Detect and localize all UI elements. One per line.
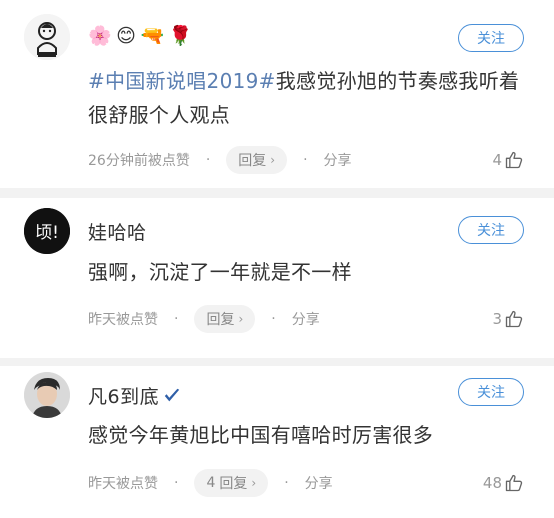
share-button[interactable]: 分享 (305, 473, 333, 493)
comment-feed: 🌸 😊 🔫 🌹 关注 #中国新说唱2019#我感觉孙旭的节奏感我听着很舒服个人观… (0, 0, 554, 518)
reply-button[interactable]: 4 回复 › (194, 469, 269, 497)
comment-meta: 昨天被点赞 · 4 回复 › · 分享 48 (88, 468, 524, 498)
comment-item: 凡6到底 关注 感觉今年黄旭比中国有嘻哈时厉害很多 昨天被点赞 · 4 回复 › … (0, 366, 554, 518)
reply-label: 回复 (219, 476, 248, 492)
avatar[interactable] (24, 14, 70, 60)
avatar[interactable]: 顷! (24, 208, 70, 254)
liked-time: 昨天被点赞 (88, 312, 158, 328)
reply-label: 回复 (206, 312, 235, 328)
comment-text: 感觉今年黄旭比中国有嘻哈时厉害很多 (88, 423, 434, 447)
svg-text:顷!: 顷! (35, 223, 59, 243)
like-button[interactable]: 48 (483, 468, 524, 498)
separator-dot: · (174, 311, 179, 327)
reply-count: 4 (206, 475, 216, 491)
like-count: 3 (492, 310, 502, 328)
comment-text: #中国新说唱2019#我感觉孙旭的节奏感我听着很舒服个人观点 (88, 64, 524, 132)
reply-button[interactable]: 回复 › (226, 146, 288, 174)
liked-time: 昨天被点赞 (88, 476, 158, 492)
follow-button[interactable]: 关注 (458, 24, 524, 52)
like-count: 4 (492, 151, 502, 169)
comment-item: 顷! 娃哈哈 关注 强啊，沉淀了一年就是不一样 昨天被点赞 · 回复 › · 分… (0, 198, 554, 358)
sakura-emoji-icon: 🌸 (88, 25, 113, 47)
separator-dot: · (284, 475, 289, 491)
comment-item: 🌸 😊 🔫 🌹 关注 #中国新说唱2019#我感觉孙旭的节奏感我听着很舒服个人观… (0, 0, 554, 188)
profile-photo-icon (24, 372, 70, 418)
comment-meta: 26分钟前被点赞 · 回复 › · 分享 4 (88, 145, 524, 175)
username-emojis: 🌸 😊 🔫 🌹 (88, 24, 193, 48)
share-button[interactable]: 分享 (292, 309, 320, 329)
username-text: 凡6到底 (88, 386, 160, 408)
like-button[interactable]: 3 (492, 304, 524, 334)
smiley-emoji-icon: 😊 (116, 24, 137, 47)
like-button[interactable]: 4 (492, 145, 524, 175)
thumbs-up-icon (505, 151, 523, 169)
thumbs-up-icon (505, 310, 523, 328)
reply-button[interactable]: 回复 › (194, 305, 256, 333)
chevron-right-icon: › (251, 476, 257, 490)
separator-dot: · (205, 152, 211, 168)
text-avatar-icon: 顷! (24, 208, 70, 254)
username[interactable]: 🌸 😊 🔫 🌹 (88, 24, 193, 48)
follow-button[interactable]: 关注 (458, 378, 524, 406)
separator-dot: · (174, 475, 179, 491)
username[interactable]: 凡6到底 (88, 382, 181, 409)
rose-emoji-icon: 🌹 (168, 25, 193, 47)
username[interactable]: 娃哈哈 (88, 218, 147, 245)
water-gun-emoji-icon: 🔫 (140, 25, 165, 47)
chevron-right-icon: › (270, 153, 276, 167)
verified-check-icon (164, 388, 180, 401)
thumbs-up-icon (505, 474, 523, 492)
sketch-figure-avatar-icon (24, 14, 70, 60)
comment-meta: 昨天被点赞 · 回复 › · 分享 3 (88, 304, 524, 334)
separator-dot: · (303, 152, 308, 168)
like-count: 48 (482, 474, 502, 492)
comment-text: 强啊，沉淀了一年就是不一样 (88, 260, 352, 284)
liked-time: 26分钟前被点赞 (88, 153, 190, 169)
avatar[interactable] (24, 372, 70, 418)
hashtag-link[interactable]: #中国新说唱2019# (88, 69, 276, 93)
chevron-right-icon: › (238, 312, 244, 326)
separator-dot: · (271, 311, 276, 327)
reply-label: 回复 (238, 153, 267, 169)
share-button[interactable]: 分享 (324, 150, 352, 170)
follow-button[interactable]: 关注 (458, 216, 524, 244)
